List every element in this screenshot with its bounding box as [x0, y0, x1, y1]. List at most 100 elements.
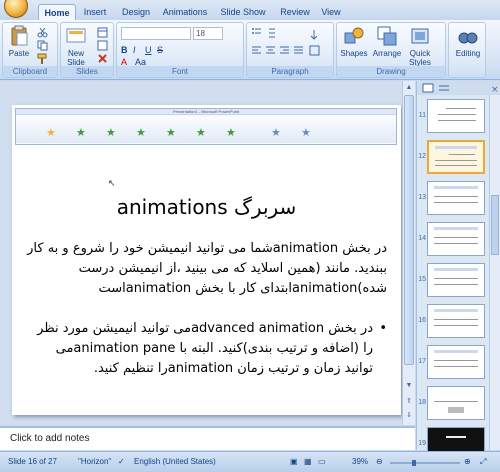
embedded-screenshot: Presentation1 - Microsoft PowerPoint ★ ★… [15, 108, 397, 145]
arrange-label: Arrange [372, 49, 402, 58]
shapes-icon [343, 25, 365, 47]
slide-thumbnail[interactable]: 16 [417, 304, 489, 340]
panel-tabs[interactable]: × [417, 81, 500, 95]
tab-design[interactable]: Design [118, 4, 154, 20]
align-right-icon[interactable] [279, 45, 290, 56]
justify-icon[interactable] [293, 45, 304, 56]
ribbon: Paste Clipboard New Slide Slides 18 B I … [0, 20, 500, 80]
slide-number: 13 [418, 194, 426, 201]
paste-label: Paste [8, 49, 30, 58]
status-bar: Slide 16 of 27 "Horizon" ✓ English (Unit… [0, 451, 500, 472]
zoom-slider[interactable] [390, 460, 460, 466]
tab-view[interactable]: View [318, 4, 344, 20]
next-slide-icon[interactable]: ⇓ [404, 411, 414, 421]
zoom-out-icon[interactable]: ⊖ [376, 457, 383, 466]
slide-paragraph-2-text: در بخش advanced animationمی توانید انیمی… [37, 321, 373, 376]
animation-star-icon: ★ [76, 127, 86, 139]
editing-button[interactable]: Editing [451, 25, 485, 58]
scroll-down-icon[interactable]: ▼ [404, 381, 414, 391]
binoculars-icon [457, 25, 479, 47]
slide-show-icon[interactable]: ▭ [318, 457, 326, 466]
slide-paragraph-2[interactable]: • در بخش advanced animationمی توانید انی… [26, 319, 387, 379]
animation-star-icon: ★ [106, 127, 116, 139]
slide-number: 11 [418, 112, 426, 119]
align-left-icon[interactable] [251, 45, 262, 56]
tab-review[interactable]: Review [278, 4, 312, 20]
reset-slide-icon[interactable] [97, 40, 108, 51]
font-group-label: Font [117, 66, 243, 77]
thumbnail-image [427, 345, 485, 379]
animation-star-icon: ★ [271, 127, 281, 139]
shapes-button[interactable]: Shapes [339, 25, 369, 58]
thumbnail-scrollbar[interactable] [489, 95, 500, 450]
underline-icon[interactable]: U [145, 45, 156, 56]
scroll-up-icon[interactable]: ▲ [404, 83, 414, 93]
slide-layout-icon[interactable] [97, 27, 108, 38]
font-size-combo[interactable]: 18 [193, 27, 223, 40]
quick-styles-label: Quick Styles [409, 49, 431, 67]
language-indicator[interactable]: English (United States) [134, 457, 216, 466]
slide-thumbnail[interactable]: 15 [417, 263, 489, 299]
arrange-button[interactable]: Arrange [371, 25, 403, 58]
cut-icon[interactable] [37, 27, 48, 38]
format-painter-icon[interactable] [37, 53, 48, 64]
shapes-label: Shapes [340, 49, 368, 58]
thumbnail-scroll-thumb[interactable] [491, 195, 499, 255]
normal-view-icon[interactable]: ▣ [290, 457, 298, 466]
editing-group: Editing [448, 22, 486, 78]
current-slide[interactable]: Presentation1 - Microsoft PowerPoint ★ ★… [12, 105, 401, 415]
embedded-ribbon: ★ ★ ★ ★ ★ ★ ★ ★ ★ [16, 116, 396, 143]
zoom-in-icon[interactable]: ⊕ [464, 457, 471, 466]
slide-number: 16 [418, 317, 426, 324]
slide-number: 18 [418, 399, 426, 406]
slide-thumbnail[interactable]: 17 [417, 345, 489, 381]
thumbnail-image [427, 263, 485, 297]
theme-name: "Horizon" [78, 457, 112, 466]
quick-styles-button[interactable]: Quick Styles [405, 25, 435, 67]
zoom-level[interactable]: 39% [352, 457, 368, 466]
tab-animations[interactable]: Animations [160, 4, 210, 20]
embedded-window-title: Presentation1 - Microsoft PowerPoint [172, 109, 240, 114]
tab-slide-show[interactable]: Slide Show [218, 4, 268, 20]
align-center-icon[interactable] [265, 45, 276, 56]
bullets-icon[interactable] [251, 27, 262, 38]
strikethrough-icon[interactable]: S [157, 45, 168, 56]
delete-slide-icon[interactable] [97, 53, 108, 64]
tab-home[interactable]: Home [38, 4, 76, 20]
slide-thumbnail[interactable]: 14 [417, 222, 489, 258]
animation-star-icon: ★ [46, 127, 56, 139]
slide-thumbnail[interactable]: 13 [417, 181, 489, 217]
align-text-icon[interactable] [309, 45, 320, 56]
slide-number: 15 [418, 276, 426, 283]
slide-thumbnail[interactable]: 11 [417, 99, 489, 135]
copy-icon[interactable] [37, 40, 48, 51]
animation-star-icon: ★ [196, 127, 206, 139]
text-direction-icon[interactable] [309, 29, 320, 40]
office-button[interactable] [0, 0, 30, 20]
scroll-thumb[interactable] [404, 95, 414, 365]
slide-vertical-scrollbar[interactable]: ▲ ▼ ⇑ ⇓ [402, 81, 415, 425]
office-logo-icon [4, 0, 28, 18]
notes-pane[interactable]: Click to add notes [0, 426, 415, 450]
slide-thumbnail-selected[interactable]: 12 [417, 140, 489, 176]
new-slide-button[interactable]: New Slide [63, 25, 89, 67]
numbering-icon[interactable] [265, 27, 276, 38]
slide-paragraph-1[interactable]: در بخش animationشما می توانید انیمیشن خو… [26, 239, 387, 299]
paste-button[interactable]: Paste [7, 25, 31, 58]
font-name-combo[interactable] [121, 27, 191, 40]
svg-text:×: × [491, 85, 499, 95]
slides-group-label: Slides [61, 66, 113, 77]
mouse-cursor-icon: ↖ [108, 178, 116, 188]
thumbnail-image [427, 140, 485, 174]
fit-to-window-icon[interactable]: ⤢ [480, 457, 486, 467]
tab-insert[interactable]: Insert [80, 4, 110, 20]
bold-icon[interactable]: B [121, 45, 132, 56]
previous-slide-icon[interactable]: ⇑ [404, 397, 414, 407]
italic-icon[interactable]: I [133, 45, 144, 56]
animation-star-icon: ★ [226, 127, 236, 139]
slide-title[interactable]: سربرگ animations [12, 195, 401, 219]
clipboard-group: Paste Clipboard [2, 22, 58, 78]
slide-sorter-icon[interactable]: ▦ [304, 457, 312, 466]
spellcheck-icon[interactable]: ✓ [118, 457, 125, 466]
slide-thumbnail[interactable]: 18 [417, 386, 489, 422]
